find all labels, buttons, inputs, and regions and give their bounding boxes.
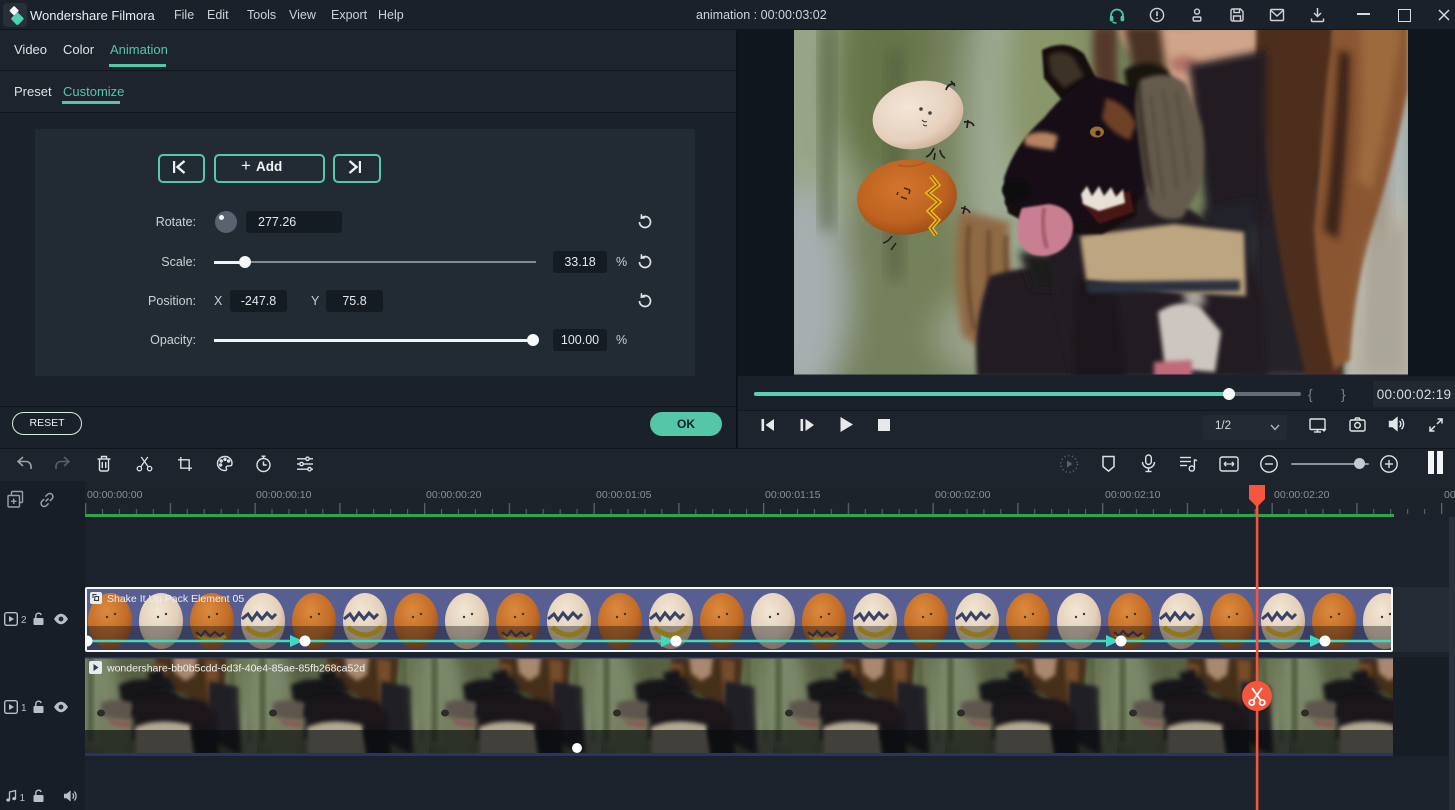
svg-text:wondershare-bb0b5cdd-6d3f-40e4: wondershare-bb0b5cdd-6d3f-40e4-85ae-85fb… [106,663,365,675]
svg-text:2: 2 [21,615,27,626]
svg-text:1: 1 [20,793,26,803]
svg-text:Shake It Up Pack Element 05: Shake It Up Pack Element 05 [107,593,244,605]
svg-text:1: 1 [21,703,27,714]
